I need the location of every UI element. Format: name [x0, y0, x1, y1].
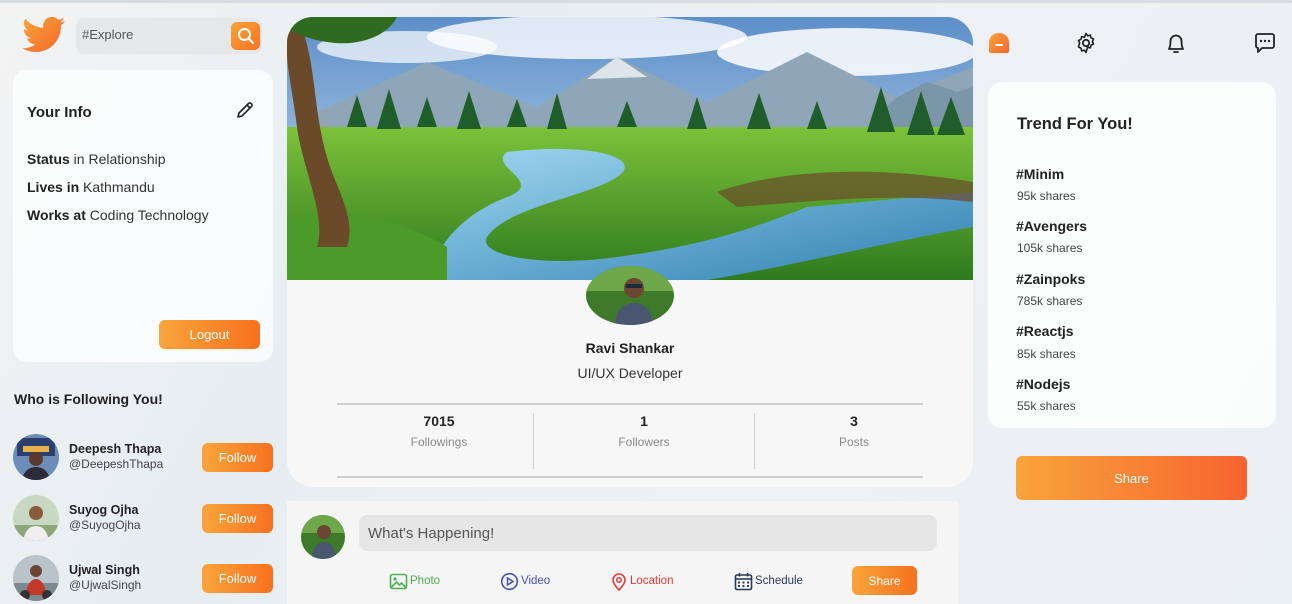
follow-button[interactable]: Follow [202, 443, 273, 472]
stat-followers[interactable]: 1 Followers [549, 413, 739, 449]
profile-name: Ravi Shankar [585, 340, 675, 356]
post-share-button[interactable]: Share [852, 566, 917, 595]
search-input[interactable] [82, 27, 222, 42]
location-pin-icon [612, 572, 626, 591]
stat-followings[interactable]: 7015 Followings [344, 413, 534, 449]
trend-tag[interactable]: #Zainpoks [1016, 271, 1085, 287]
profile-role: UI/UX Developer [577, 365, 683, 381]
location-label: Location [630, 575, 674, 587]
pencil-icon[interactable] [235, 100, 255, 120]
stat-value: 7015 [423, 413, 455, 429]
video-label: Video [521, 575, 551, 587]
twitter-bird-icon[interactable] [22, 16, 66, 56]
follower-name: Suyog Ojha [69, 503, 139, 517]
avatar[interactable] [13, 495, 59, 541]
calendar-icon [734, 572, 753, 590]
post-input[interactable] [359, 515, 937, 551]
search-icon [237, 28, 254, 44]
window-top-border [0, 0, 1292, 3]
photo-icon [389, 573, 408, 589]
follower-name: Ujwal Singh [69, 563, 140, 577]
avatar[interactable] [301, 515, 345, 559]
photo-label: Photo [410, 575, 441, 587]
stat-label: Followers [618, 435, 670, 449]
video-option[interactable]: Video [500, 571, 550, 591]
bell-icon[interactable] [1163, 30, 1189, 56]
trend-shares: 105k shares [1017, 241, 1083, 255]
divider [754, 413, 755, 469]
photo-option[interactable]: Photo [389, 571, 440, 591]
schedule-option[interactable]: Schedule [734, 571, 803, 591]
avatar[interactable] [13, 555, 59, 601]
trend-tag[interactable]: #Minim [1016, 166, 1064, 182]
info-card: Your Info Status in Relationship Lives i… [13, 70, 273, 362]
trend-shares: 785k shares [1017, 294, 1083, 308]
follow-button[interactable]: Follow [202, 504, 273, 533]
follow-button[interactable]: Follow [202, 564, 273, 593]
video-play-icon [500, 572, 519, 590]
search-button[interactable] [231, 22, 260, 50]
follower-item: Suyog Ojha @SuyogOjha Follow [13, 495, 273, 543]
stat-label: Posts [838, 435, 869, 449]
home-icon[interactable] [986, 30, 1012, 56]
trend-shares: 55k shares [1017, 399, 1076, 413]
stat-label: Followings [410, 435, 468, 449]
info-works-at: Works at Coding Technology [27, 207, 209, 223]
followers-title: Who is Following You! [14, 391, 163, 407]
trends-title: Trend For You! [1017, 115, 1133, 133]
follower-item: Deepesh Thapa @DeepeshThapa Follow [13, 434, 273, 482]
trend-shares: 95k shares [1017, 189, 1076, 203]
trends-card: Trend For You! #Minim 95k shares #Avenge… [988, 82, 1276, 428]
cover-image [287, 17, 973, 280]
trend-tag[interactable]: #Nodejs [1016, 376, 1070, 392]
logout-button[interactable]: Logout [159, 320, 260, 349]
stat-value: 3 [850, 413, 858, 429]
trend-tag[interactable]: #Avengers [1016, 218, 1087, 234]
info-status: Status in Relationship [27, 151, 166, 167]
chat-icon[interactable] [1252, 30, 1278, 56]
share-button[interactable]: Share [1016, 456, 1247, 500]
divider [337, 476, 923, 478]
location-option[interactable]: Location [610, 571, 673, 591]
profile-avatar[interactable] [586, 266, 674, 325]
follower-handle: @SuyogOjha [69, 518, 141, 532]
follower-item: Ujwal Singh @UjwalSingh Follow [13, 555, 273, 603]
stat-value: 1 [640, 413, 648, 429]
follower-handle: @DeepeshThapa [69, 457, 164, 471]
info-lives-in: Lives in Kathmandu [27, 179, 155, 195]
post-composer: Photo Video Location Schedule Share [287, 501, 958, 604]
divider [533, 413, 534, 469]
follower-name: Deepesh Thapa [69, 442, 162, 456]
follower-handle: @UjwalSingh [69, 578, 142, 592]
avatar[interactable] [13, 434, 59, 480]
schedule-label: Schedule [755, 575, 803, 587]
trend-tag[interactable]: #Reactjs [1016, 323, 1074, 339]
profile-card: Ravi Shankar UI/UX Developer 7015 Follow… [287, 17, 973, 487]
settings-gear-icon[interactable] [1073, 30, 1099, 56]
divider [337, 403, 923, 405]
info-title: Your Info [27, 104, 92, 121]
stat-posts[interactable]: 3 Posts [759, 413, 949, 449]
search-bar [76, 18, 262, 54]
trend-shares: 85k shares [1017, 347, 1076, 361]
